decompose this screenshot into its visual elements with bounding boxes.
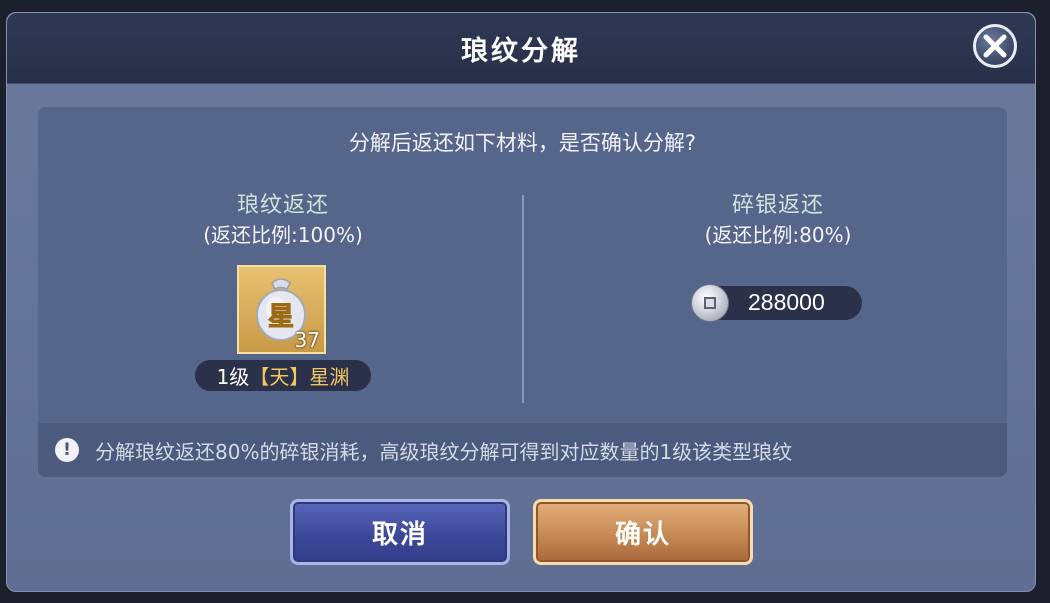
silver-return-ratio: (返还比例:80%) [704,223,852,247]
column-divider [522,195,524,403]
close-icon [983,34,1007,58]
item-count: 37 [294,328,320,352]
silver-amount: 288000 [748,289,825,315]
silver-coin-icon [691,284,729,322]
close-button[interactable] [973,24,1017,68]
decompose-dialog: 琅纹分解 分解后返还如下材料，是否确认分解? 琅纹返还 (返还比例:100%) … [6,12,1036,592]
rune-return-title: 琅纹返还 [236,193,329,218]
tip-text: 分解琅纹返还80%的碎银消耗，高级琅纹分解可得到对应数量的1级该类型琅纹 [95,440,793,464]
silver-amount-pill: 288000 [691,284,862,322]
dialog-title: 琅纹分解 [461,36,581,67]
confirm-button[interactable]: 确认 [533,499,753,565]
item-quality: 【天】 [249,365,310,389]
rune-item-slot[interactable]: 星 37 [237,265,326,354]
item-level: 1级 [216,365,250,389]
rune-item-name: 1级 【天】 星渊 [195,360,371,391]
silver-return-title: 碎银返还 [731,193,824,218]
item-title: 星渊 [309,365,350,389]
bag-glyph: 星 [268,302,294,332]
cancel-button[interactable]: 取消 [290,499,510,565]
tip-bar: ! 分解琅纹返还80%的碎银消耗，高级琅纹分解可得到对应数量的1级该类型琅纹 [38,423,1007,477]
rune-return-ratio: (返还比例:100%) [203,223,363,247]
content-panel: 分解后返还如下材料，是否确认分解? 琅纹返还 (返还比例:100%) 星 37 … [38,107,1007,477]
dialog-header: 琅纹分解 [7,13,1035,84]
info-icon: ! [55,438,79,462]
confirm-question: 分解后返还如下材料，是否确认分解? [348,131,697,155]
